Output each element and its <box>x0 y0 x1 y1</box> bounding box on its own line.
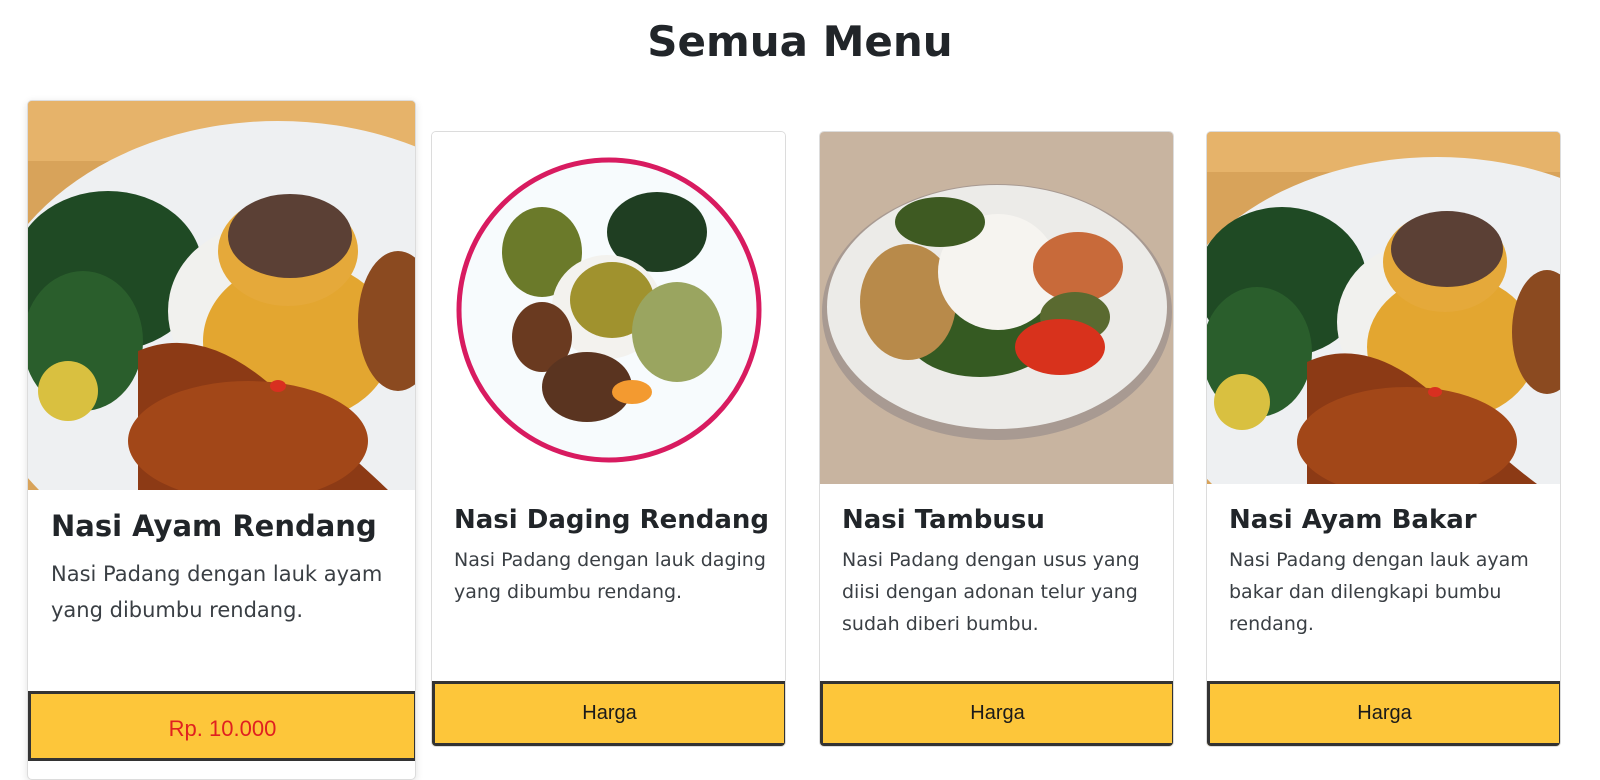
food-photo-daging-rendang-icon <box>432 132 785 484</box>
food-photo-tambusu-icon <box>820 132 1173 484</box>
price-button[interactable]: Harga <box>820 681 1173 746</box>
price-button[interactable]: Harga <box>1207 681 1560 746</box>
food-photo-ayam-rendang-icon <box>28 101 415 490</box>
page-title: Semua Menu <box>647 17 953 66</box>
price-button[interactable]: Rp. 10.000 <box>28 691 415 761</box>
card-description: Nasi Padang dengan lauk ayam yang dibumb… <box>51 562 383 622</box>
food-photo-ayam-bakar-icon <box>1207 132 1560 484</box>
card-title: Nasi Ayam Rendang <box>51 509 377 543</box>
card-title: Nasi Daging Rendang <box>454 505 770 535</box>
menu-card-nasi-daging-rendang: Nasi Daging Rendang Nasi Padang dengan l… <box>431 131 786 747</box>
card-title: Nasi Tambusu <box>842 505 1045 535</box>
menu-card-nasi-ayam-rendang: Nasi Ayam Rendang Nasi Padang dengan lau… <box>27 100 416 780</box>
menu-card-nasi-ayam-bakar: Nasi Ayam Bakar Nasi Padang dengan lauk … <box>1206 131 1561 747</box>
card-description: Nasi Padang dengan lauk ayam bakar dan d… <box>1229 549 1529 635</box>
price-button[interactable]: Harga <box>432 681 785 746</box>
menu-card-nasi-tambusu: Nasi Tambusu Nasi Padang dengan usus yan… <box>819 131 1174 747</box>
card-description: Nasi Padang dengan usus yang diisi denga… <box>842 549 1140 635</box>
card-description: Nasi Padang dengan lauk daging yang dibu… <box>454 549 766 603</box>
card-title: Nasi Ayam Bakar <box>1229 505 1477 535</box>
